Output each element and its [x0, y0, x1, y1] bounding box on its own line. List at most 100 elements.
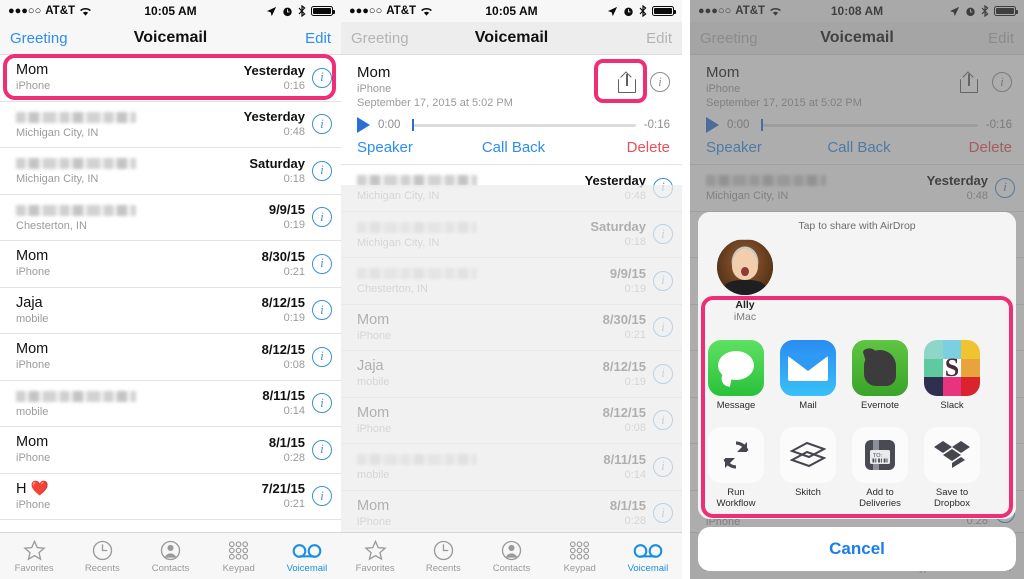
- info-icon[interactable]: i: [312, 439, 332, 460]
- table-row[interactable]: Mom iPhone 8/1/15 0:28 i: [0, 427, 341, 474]
- table-row[interactable]: mobile 8/11/15 0:14 i: [0, 380, 341, 427]
- contact-name: Mom: [16, 62, 49, 79]
- info-icon[interactable]: i: [312, 346, 332, 367]
- info-icon[interactable]: i: [312, 253, 332, 274]
- table-row[interactable]: Michigan City, IN Saturday 0:18 i: [0, 148, 341, 195]
- info-icon[interactable]: i: [312, 114, 332, 135]
- person-circle-icon: [136, 538, 204, 563]
- clock-icon: [409, 538, 477, 563]
- tab-recents[interactable]: Recents: [409, 538, 477, 574]
- tab-bar: Favorites Recents Contacts Keypad Voicem…: [341, 532, 682, 579]
- voicemail-date: 9/9/15: [268, 202, 305, 218]
- info-icon[interactable]: i: [312, 393, 332, 414]
- clock-icon: [68, 538, 136, 563]
- voicemail-duration: 0:19: [283, 312, 305, 325]
- share-app-mail[interactable]: Mail: [780, 340, 836, 411]
- slack-app-icon: S: [924, 340, 980, 396]
- clock-label: 10:05 AM: [485, 4, 538, 18]
- voicemail-date: 8/1/15: [268, 434, 305, 450]
- voicemail-duration: 0:18: [283, 172, 305, 185]
- location-arrow-icon: [607, 6, 618, 16]
- edit-button[interactable]: Edit: [568, 30, 672, 47]
- contact-name: Mom: [16, 248, 49, 265]
- table-row[interactable]: H ❤️ iPhone 7/21/15 0:21 i: [0, 473, 341, 520]
- bluetooth-icon: [639, 5, 647, 17]
- contact-name: Mom: [16, 434, 49, 451]
- airdrop-contact[interactable]: Ally iMac: [706, 239, 784, 323]
- tab-label: Recents: [84, 563, 120, 574]
- phone-screen-share-sheet: ●●●○○ AT&T 10:08 AM Greeting: [690, 0, 1024, 579]
- table-row[interactable]: Mom iPhone 8/12/15 0:08 i: [0, 334, 341, 381]
- messages-app-icon: [708, 340, 764, 396]
- tab-keypad[interactable]: Keypad: [205, 538, 273, 574]
- voicemail-duration: 0:14: [283, 405, 305, 418]
- share-action-label: Run Workflow: [716, 487, 756, 509]
- share-app-row: Message Mail Evernote S Slack: [698, 330, 1016, 417]
- share-app-evernote[interactable]: Evernote: [852, 340, 908, 411]
- expanded-voicemail: Mom iPhone September 17, 2015 at 5:02 PM…: [341, 55, 682, 165]
- tab-favorites[interactable]: Favorites: [341, 538, 409, 574]
- info-icon[interactable]: i: [312, 207, 332, 228]
- greeting-button[interactable]: Greeting: [10, 30, 114, 47]
- scrubber-handle[interactable]: [412, 119, 414, 131]
- tab-label: Voicemail: [286, 563, 328, 574]
- voicemail-date: Yesterday: [243, 109, 305, 125]
- call-back-button[interactable]: Call Back: [461, 139, 565, 156]
- contact-name: Jaja: [16, 294, 43, 311]
- contact-sublabel: Michigan City, IN: [16, 126, 99, 139]
- voicemail-icon: [614, 538, 682, 563]
- info-icon[interactable]: i: [650, 72, 670, 92]
- tab-favorites[interactable]: Favorites: [0, 538, 68, 574]
- tab-keypad[interactable]: Keypad: [546, 538, 614, 574]
- contact-sublabel: mobile: [16, 312, 49, 325]
- blurred-contact-name: [16, 204, 136, 216]
- expanded-timestamp: September 17, 2015 at 5:02 PM: [357, 97, 513, 109]
- nav-bar: Greeting Voicemail Edit: [341, 22, 682, 55]
- info-icon[interactable]: i: [312, 67, 332, 88]
- tab-contacts[interactable]: Contacts: [477, 538, 545, 574]
- table-row[interactable]: Michigan City, IN Yesterday 0:48 i: [0, 101, 341, 148]
- tab-voicemail[interactable]: Voicemail: [614, 538, 682, 574]
- status-bar: ●●●○○ AT&T 10:05 AM: [0, 0, 341, 22]
- table-row[interactable]: Mom iPhone 8/30/15 0:21 i: [0, 241, 341, 288]
- airdrop-contact-name: Ally: [735, 299, 755, 311]
- cancel-button[interactable]: Cancel: [698, 527, 1016, 571]
- table-row[interactable]: Mom iPhone Yesterday 0:16 i: [0, 55, 341, 102]
- edit-button[interactable]: Edit: [227, 30, 331, 47]
- contact-sublabel: Michigan City, IN: [16, 173, 99, 186]
- table-row[interactable]: Chesterton, IN 9/9/15 0:19 i: [0, 194, 341, 241]
- share-action-dropbox[interactable]: Save to Dropbox: [924, 427, 980, 509]
- wifi-icon: [80, 7, 91, 16]
- expanded-device-label: iPhone: [357, 83, 392, 95]
- mail-app-icon: [780, 340, 836, 396]
- page-title: Voicemail: [133, 29, 208, 46]
- tab-contacts[interactable]: Contacts: [136, 538, 204, 574]
- clock-label: 10:05 AM: [144, 4, 197, 18]
- info-icon[interactable]: i: [312, 300, 332, 321]
- share-app-message[interactable]: Message: [708, 340, 764, 411]
- person-circle-icon: [477, 538, 545, 563]
- scrubber-track[interactable]: [412, 119, 636, 131]
- share-icon[interactable]: [618, 71, 636, 93]
- voicemail-duration: 0:19: [283, 219, 305, 232]
- info-icon[interactable]: i: [312, 160, 332, 181]
- share-action-workflow[interactable]: Run Workflow: [708, 427, 764, 509]
- table-row[interactable]: Jaja mobile 8/12/15 0:19 i: [0, 287, 341, 334]
- blurred-contact-name: [16, 390, 136, 402]
- battery-icon: [311, 6, 336, 16]
- tab-voicemail[interactable]: Voicemail: [273, 538, 341, 574]
- contact-name: H ❤️: [16, 480, 49, 497]
- share-action-label: Skitch: [795, 487, 821, 498]
- dropbox-icon: [924, 427, 980, 483]
- tab-recents[interactable]: Recents: [68, 538, 136, 574]
- share-app-slack[interactable]: S Slack: [924, 340, 980, 411]
- info-icon[interactable]: i: [312, 486, 332, 507]
- tab-label: Favorites: [14, 563, 54, 574]
- delete-button[interactable]: Delete: [566, 139, 670, 156]
- evernote-app-icon: [852, 340, 908, 396]
- play-icon[interactable]: [357, 117, 370, 133]
- share-action-skitch[interactable]: Skitch: [780, 427, 836, 509]
- speaker-button[interactable]: Speaker: [357, 139, 461, 156]
- greeting-button[interactable]: Greeting: [351, 30, 455, 47]
- share-action-deliveries[interactable]: TO: Add to Deliveries: [852, 427, 908, 509]
